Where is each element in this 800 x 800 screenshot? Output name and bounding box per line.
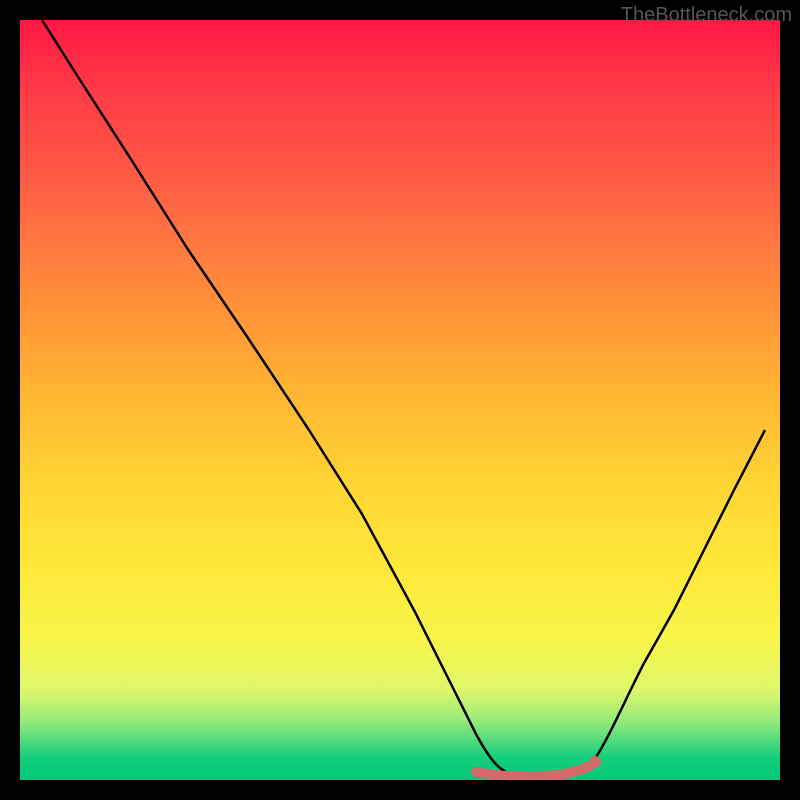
optimal-segment [476,766,590,777]
watermark-text: TheBottleneck.com [621,4,792,27]
marker-dot [589,756,601,768]
optimal-zone-markers [20,20,780,780]
chart-plot-area [20,20,780,780]
chart-container: TheBottleneck.com [0,0,800,800]
segment-start-cap [471,767,481,777]
